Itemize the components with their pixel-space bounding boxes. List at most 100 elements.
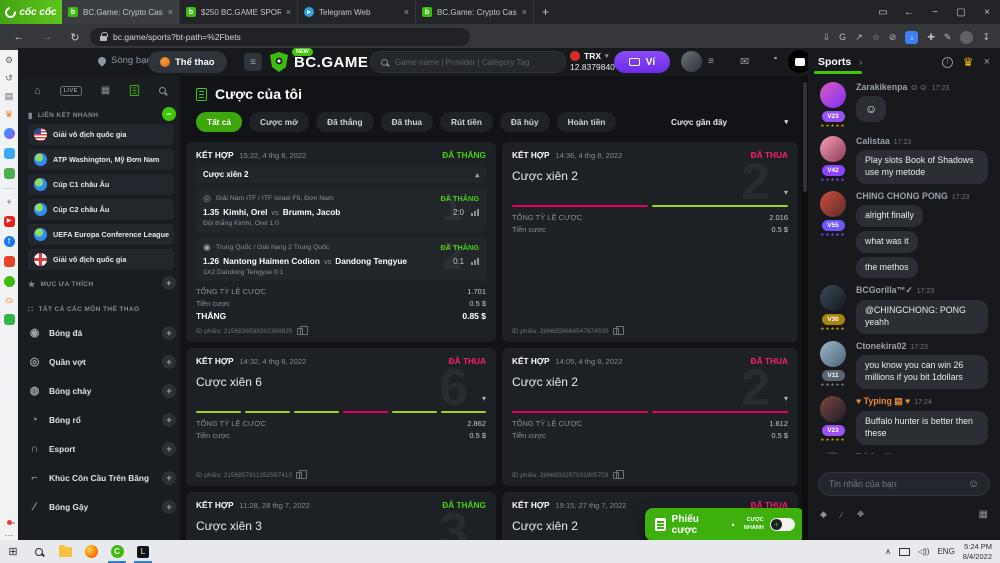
sidebar-item-ice-hockey[interactable]: ⌐ Khúc Côn Cầu Trên Băng + <box>18 463 180 492</box>
feed-icon[interactable]: ▤ <box>5 92 14 101</box>
stats-icon[interactable] <box>471 258 479 265</box>
quick-link-item[interactable]: Cúp C2 châu Âu <box>28 199 174 220</box>
expand-icon[interactable]: + <box>162 500 176 514</box>
avatar[interactable] <box>820 136 846 162</box>
balance-selector[interactable]: TRX ▾ 12.8379840 <box>570 51 615 72</box>
chat-username[interactable]: Ctonekira0217:23 <box>856 341 988 351</box>
browser-tab-3[interactable]: ▸ Telegram Web × <box>298 0 416 24</box>
collapse-quicklinks-button[interactable]: − <box>162 107 176 121</box>
sidebar-item-baseball[interactable]: ◍ Bóng chày + <box>18 376 180 405</box>
history-icon[interactable]: ↺ <box>5 74 13 83</box>
bcgame-logo[interactable]: BC.GAME <box>270 52 368 72</box>
back-icon[interactable]: ← <box>10 31 28 43</box>
quick-bet-toggle[interactable]: + <box>770 518 795 531</box>
filter-cancelled[interactable]: Đã hủy <box>500 112 550 132</box>
chat-username[interactable]: BCGorilla™✓17:23 <box>856 285 988 296</box>
bet-slip-button[interactable]: Phiếu cược ▴ CƯỢC NHANH + <box>645 508 802 540</box>
coccoc-brand[interactable]: cốc cốc <box>0 0 62 24</box>
browser-tab-1[interactable]: b BC.Game: Crypto Casino Gan × <box>62 0 180 24</box>
adblock-icon[interactable]: ⊘ <box>889 32 897 43</box>
tab-close-icon[interactable]: × <box>522 7 527 17</box>
my-bets-icon[interactable] <box>130 85 139 96</box>
expand-icon[interactable]: + <box>162 413 176 427</box>
chevron-down-icon[interactable]: ▾ <box>784 394 788 403</box>
quick-link-item[interactable]: Giải vô địch quốc gia <box>28 249 174 270</box>
maximize-button[interactable]: ▢ <box>948 7 974 18</box>
copy-icon[interactable] <box>297 328 303 335</box>
calendar-icon[interactable]: ▦ <box>101 85 110 96</box>
tab-close-icon[interactable]: × <box>168 7 173 17</box>
copy-icon[interactable] <box>296 472 302 479</box>
filter-all[interactable]: Tất cả <box>196 112 242 132</box>
chat-tab-sports[interactable]: Sports <box>818 56 851 68</box>
league-app[interactable]: L <box>130 540 156 563</box>
sidebar-item-tennis[interactable]: ◎ Quần vợt + <box>18 347 180 376</box>
chat-username[interactable]: CHING CHONG PONG17:23 <box>856 191 988 201</box>
avatar[interactable] <box>820 396 846 422</box>
filter-lost[interactable]: Đã thua <box>381 112 433 132</box>
chat-message-list[interactable]: V23 ★★★★★ Zarakikenpa ☺☺17:23 ☺ V42 ★★★★… <box>808 78 996 454</box>
chat-username[interactable]: Calistaa17:23 <box>856 136 988 146</box>
filter-refund[interactable]: Hoàn tiền <box>557 112 617 132</box>
search-input[interactable] <box>395 58 555 67</box>
quick-link-item[interactable]: Cúp C1 châu Âu <box>28 174 174 195</box>
mail-icon[interactable]: ✉99 <box>740 55 749 68</box>
reload-icon[interactable]: ↻ <box>66 31 84 44</box>
close-button[interactable]: × <box>974 7 1000 18</box>
expand-icon[interactable]: + <box>162 442 176 456</box>
bet-card[interactable]: KẾT HỢP 11:28, 28 thg 7, 2022 ĐÃ THẮNG C… <box>186 492 496 540</box>
save-icon[interactable]: ⇩ <box>823 32 831 43</box>
sidebar-item-esport[interactable]: ∩ Esport + <box>18 434 180 463</box>
expand-icon[interactable]: + <box>162 471 176 485</box>
menu-burger-icon[interactable]: ≡ <box>244 53 262 71</box>
network-icon[interactable] <box>899 548 910 556</box>
close-chat-icon[interactable]: × <box>984 56 990 68</box>
taskbar-clock[interactable]: 5:24 PM 8/4/2022 <box>963 542 992 562</box>
share-icon[interactable]: ↗ <box>855 32 863 43</box>
filter-cashout[interactable]: Rút tiền <box>440 112 493 132</box>
stats-icon[interactable] <box>471 209 479 216</box>
avatar[interactable] <box>820 82 846 108</box>
wallet-button[interactable]: Ví <box>614 51 670 73</box>
chat-username[interactable]: BCGorilla™✓17:24 <box>856 452 988 454</box>
account-edit-icon[interactable]: ✎ <box>944 32 952 43</box>
coccoc-app[interactable]: C <box>104 540 130 563</box>
tab-close-icon[interactable]: × <box>286 7 291 17</box>
avatar[interactable] <box>820 452 846 454</box>
chevron-right-icon[interactable]: › <box>859 57 862 67</box>
minimize-button[interactable]: − <box>922 7 948 18</box>
quick-link-item[interactable]: Giải vô địch quốc gia <box>28 124 174 145</box>
avatar[interactable] <box>681 51 702 72</box>
copy-icon[interactable] <box>613 472 619 479</box>
filter-open[interactable]: Cược mở <box>249 112 309 132</box>
emoji-icon[interactable]: ☺ <box>968 478 979 490</box>
more-icon[interactable]: ⋯ <box>5 531 14 540</box>
browser-tab-4[interactable]: b BC.Game: Crypto Casino Ga × <box>416 0 534 24</box>
zalo-icon[interactable] <box>4 148 15 159</box>
volume-icon[interactable]: ◁)) <box>918 547 929 556</box>
back-to-app-icon[interactable]: ← <box>896 7 922 18</box>
start-button[interactable]: ⊞ <box>0 540 26 563</box>
quick-link-item[interactable]: UEFA Europa Conference League <box>28 224 174 245</box>
chevron-down-icon[interactable]: ▾ <box>784 188 788 197</box>
copy-icon[interactable] <box>613 328 619 335</box>
downloads-icon[interactable]: ↧ <box>982 32 990 43</box>
avatar[interactable] <box>820 191 846 217</box>
new-tab-button[interactable]: + <box>542 5 549 19</box>
bet-card[interactable]: KẾT HỢP 14:05, 4 thg 8, 2022 ĐÃ THUA Cượ… <box>502 348 798 486</box>
expand-icon[interactable]: + <box>162 384 176 398</box>
bank-icon[interactable] <box>4 314 15 325</box>
sports-switch[interactable]: Thể thao NEW <box>148 51 227 73</box>
tray-expand-icon[interactable]: ∧ <box>885 547 891 556</box>
search-icon[interactable] <box>159 87 166 94</box>
chevron-down-icon[interactable]: ▾ <box>482 394 486 403</box>
chat-input[interactable] <box>829 479 962 489</box>
trophy-icon[interactable]: ♛ <box>963 55 974 69</box>
cart-icon[interactable]: ⛀ <box>5 296 13 305</box>
bet-card[interactable]: KẾT HỢP 15:22, 4 thg 8, 2022 ĐÃ THẮNG Cư… <box>186 142 496 342</box>
live-tab[interactable]: LIVE <box>60 86 82 96</box>
screencast-icon[interactable]: ▭ <box>870 7 896 18</box>
profile-menu-icon[interactable]: ≡ <box>708 56 714 67</box>
sidebar-item-soccer[interactable]: ◉ Bóng đá + <box>18 318 180 347</box>
settings-gear-icon[interactable]: ⚙ <box>5 56 13 65</box>
